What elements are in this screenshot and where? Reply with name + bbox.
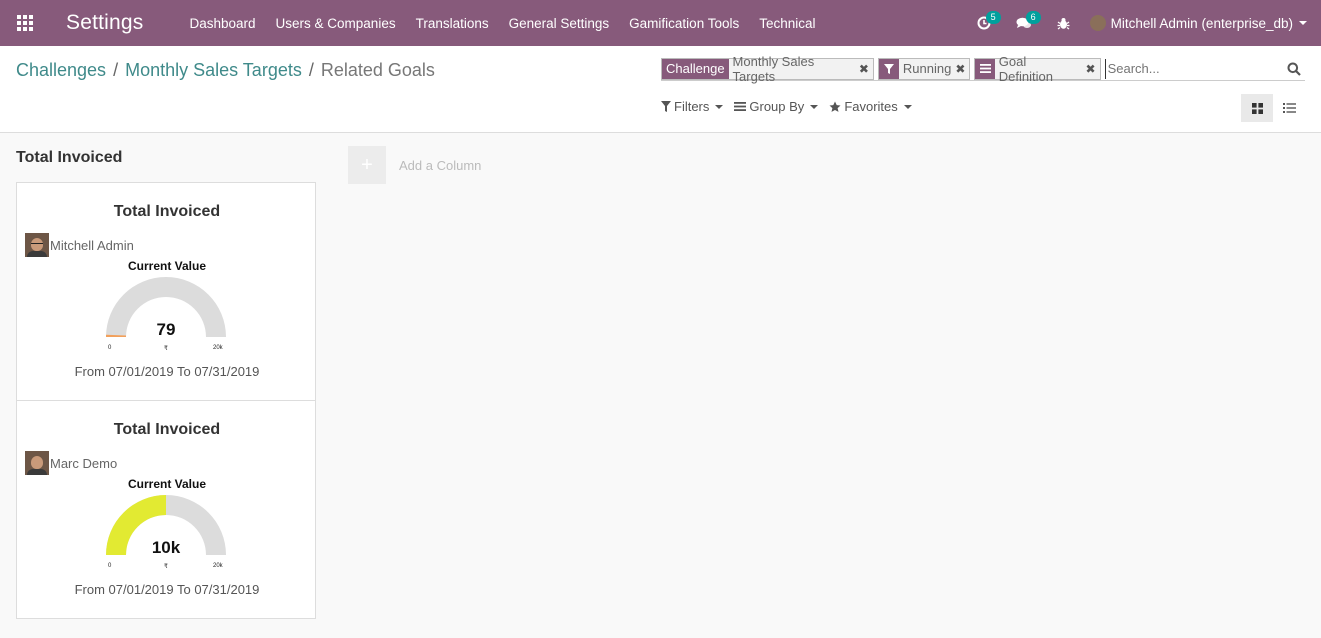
gauge-max-label: 20k [213,563,223,569]
groupby-label: Group By [749,99,805,114]
kanban-view-button[interactable] [1241,94,1273,122]
add-column-label: Add a Column [399,157,482,173]
chevron-down-icon [810,104,819,109]
chevron-down-icon [1299,21,1307,25]
kanban-view: Total Invoiced Total Invoiced Mitchell A… [0,134,1321,638]
remove-facet-icon[interactable]: ✖ [858,58,873,79]
gauge-value: 79 [156,320,176,339]
app-title: Settings [66,11,144,34]
date-range: From 07/01/2019 To 07/31/2019 [74,582,260,597]
favorites-label: Favorites [844,99,898,114]
filters-button[interactable]: Filters [661,99,724,114]
apps-grid-icon [17,15,33,31]
systray: 5 6 Mitchell Admin (enterprise_db) [964,0,1321,46]
facet-value: Goal Definition [994,54,1086,84]
card-title: Total Invoiced [113,203,221,220]
user-menu[interactable]: Mitchell Admin (enterprise_db) [1089,15,1307,31]
facet-category: Challenge [662,58,729,79]
list-view-button[interactable] [1273,94,1305,122]
star-icon [829,101,841,112]
gauge: 10k 0 ₹ 20k [101,495,231,571]
breadcrumb: Challenges / Monthly Sales Targets / Rel… [16,60,435,81]
control-panel: Challenges / Monthly Sales Targets / Rel… [0,46,1321,133]
menu-general-settings[interactable]: General Settings [509,16,610,31]
goal-card[interactable]: Total Invoiced Mitchell Admin Current Va… [16,182,316,401]
top-menu: Dashboard Users & Companies Translations… [189,16,835,31]
activity-button[interactable]: 5 [964,0,1004,46]
card-user: Mitchell Admin [25,233,134,257]
search-input[interactable] [1104,58,1284,79]
breadcrumb-separator: / [113,60,119,80]
gauge-min-label: 0 [108,345,112,351]
bars-icon [734,102,747,111]
messaging-button[interactable]: 6 [1004,0,1044,46]
current-value-label: Current Value [127,259,207,273]
facet-challenge: Challenge Monthly Sales Targets ✖ [661,54,874,84]
user-avatar [25,233,49,257]
menu-technical[interactable]: Technical [759,16,815,31]
message-count-badge: 6 [1025,11,1041,24]
gauge-min-label: 0 [108,563,112,569]
search-bar: Challenge Monthly Sales Targets ✖ Runnin… [661,54,1305,84]
remove-facet-icon[interactable]: ✖ [1085,58,1100,79]
facet-filter: Running ✖ [877,57,971,80]
current-value-label: Current Value [127,477,207,491]
chevron-down-icon [903,104,912,109]
filter-icon [878,58,899,79]
filter-icon [661,101,671,112]
user-name: Mitchell Admin [50,237,134,253]
activity-count-badge: 5 [985,11,1001,24]
add-column-button[interactable]: + Add a Column [348,146,481,184]
gauge-unit-label: ₹ [164,346,168,352]
gauge: 79 0 ₹ 20k [101,277,231,353]
menu-gamification-tools[interactable]: Gamification Tools [629,16,739,31]
goal-card[interactable]: Total Invoiced Marc Demo Current Value 1… [16,400,316,619]
search-button[interactable] [1284,62,1305,76]
kanban-icon [1251,102,1263,114]
facet-value: Running [898,58,956,79]
search-options: Filters Group By Favorites [661,99,923,114]
bug-icon [1057,17,1070,29]
chevron-down-icon [715,104,724,109]
filters-label: Filters [674,99,710,114]
view-switcher [1241,94,1305,122]
gauge-value: 10k [151,538,181,557]
debug-button[interactable] [1044,0,1084,46]
groupby-icon [975,58,995,79]
user-avatar [25,451,49,475]
groupby-button[interactable]: Group By [734,99,819,114]
breadcrumb-monthly-sales-targets[interactable]: Monthly Sales Targets [125,60,302,81]
search-icon [1287,62,1302,76]
breadcrumb-challenges[interactable]: Challenges [16,60,106,81]
breadcrumb-current: Related Goals [320,60,435,80]
facet-groupby: Goal Definition ✖ [974,54,1101,84]
main-navbar: Settings Dashboard Users & Companies Tra… [0,0,1321,46]
apps-menu-button[interactable] [0,0,50,46]
remove-facet-icon[interactable]: ✖ [955,58,970,79]
facet-value: Monthly Sales Targets [728,54,859,84]
menu-users-companies[interactable]: Users & Companies [276,16,396,31]
user-name: Mitchell Admin (enterprise_db) [1110,15,1293,31]
favorites-button[interactable]: Favorites [829,99,912,114]
date-range: From 07/01/2019 To 07/31/2019 [74,364,260,379]
gauge-unit-label: ₹ [164,564,168,570]
menu-translations[interactable]: Translations [416,16,489,31]
user-avatar [1089,15,1106,31]
breadcrumb-separator: / [308,60,314,80]
list-icon [1282,103,1296,113]
column-title[interactable]: Total Invoiced [16,134,316,183]
card-title: Total Invoiced [113,421,221,438]
plus-icon: + [348,146,386,184]
card-user: Marc Demo [25,451,117,475]
gauge-max-label: 20k [213,345,223,351]
kanban-column: Total Invoiced Total Invoiced Mitchell A… [16,134,316,619]
menu-dashboard[interactable]: Dashboard [189,16,255,31]
user-name: Marc Demo [50,455,118,471]
